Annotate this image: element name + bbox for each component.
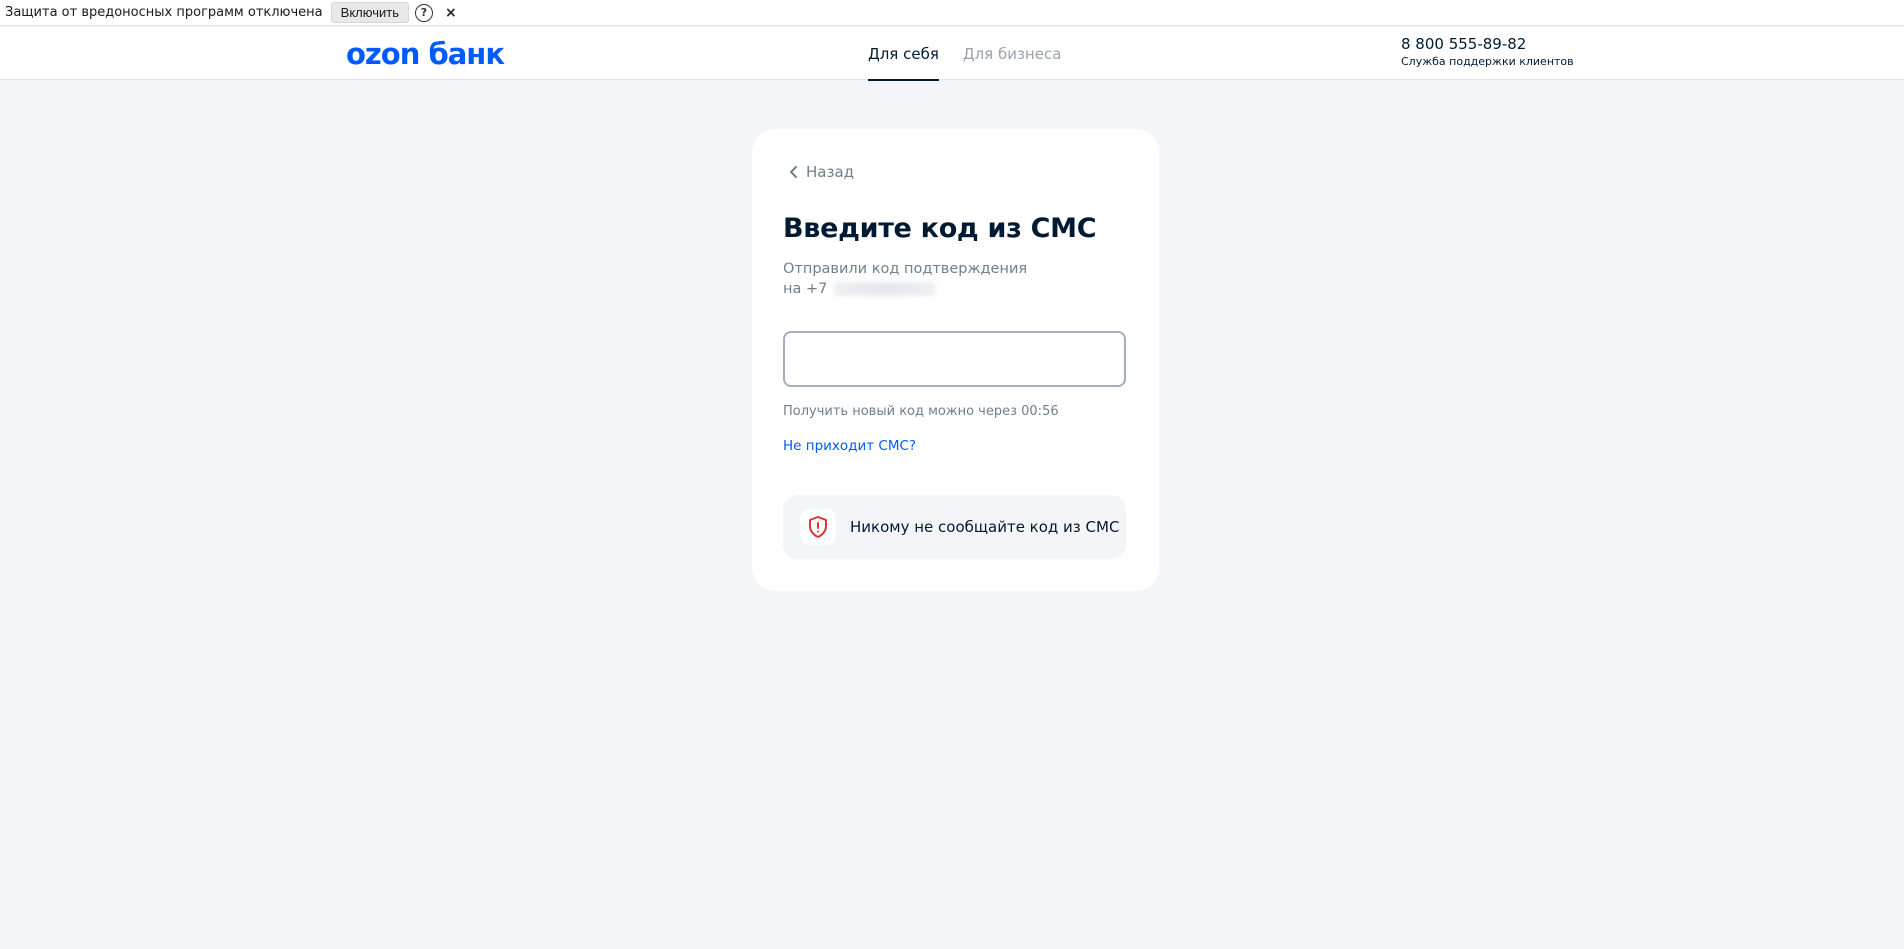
support-label: Служба поддержки клиентов	[1401, 55, 1574, 68]
support-phone[interactable]: 8 800 555-89-82	[1401, 35, 1574, 53]
no-sms-link[interactable]: Не приходит СМС?	[783, 438, 916, 454]
help-icon[interactable]: ?	[414, 3, 433, 22]
sms-subtitle: Отправили код подтверждения на +7	[783, 259, 1027, 299]
phone-prefix: на +7	[783, 281, 828, 297]
tab-for-business[interactable]: Для бизнеса	[963, 27, 1062, 80]
back-label: Назад	[806, 163, 855, 181]
protection-message: Защита от вредоносных программ отключена	[5, 5, 323, 20]
chevron-left-icon	[790, 166, 797, 178]
security-warning: Никому не сообщайте код из СМС	[783, 495, 1126, 559]
audience-tabs: Для себя Для бизнеса	[868, 27, 1062, 81]
support-contact: 8 800 555-89-82 Служба поддержки клиенто…	[1401, 35, 1574, 68]
warning-text: Никому не сообщайте код из СМС	[850, 518, 1120, 536]
protection-warning-bar: Защита от вредоносных программ отключена…	[0, 0, 1904, 26]
sms-code-card: Назад Введите код из СМС Отправили код п…	[752, 129, 1159, 591]
resend-timer-text: Получить новый код можно через 00:56	[783, 404, 1059, 419]
tab-for-self[interactable]: Для себя	[868, 27, 939, 81]
masked-phone-number	[833, 282, 936, 296]
enable-protection-button[interactable]: Включить	[330, 2, 409, 23]
subtitle-line2: на +7	[783, 279, 1027, 299]
site-header: ozon банк Для себя Для бизнеса 8 800 555…	[0, 27, 1904, 81]
ozon-bank-logo[interactable]: ozon банк	[346, 37, 505, 71]
subtitle-line1: Отправили код подтверждения	[783, 261, 1028, 277]
back-link[interactable]: Назад	[788, 163, 854, 181]
close-icon[interactable]: ×	[445, 5, 457, 21]
shield-alert-icon-container	[800, 509, 836, 545]
page-title: Введите код из СМС	[783, 213, 1097, 244]
shield-alert-icon	[809, 516, 827, 538]
sms-code-input[interactable]	[783, 331, 1126, 387]
